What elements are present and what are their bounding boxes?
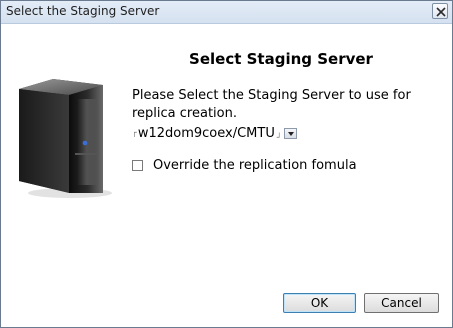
prompt-text: Please Select the Staging Server to use … bbox=[132, 88, 411, 121]
cancel-button[interactable]: Cancel bbox=[364, 293, 439, 313]
staging-server-select[interactable]: ┌ w12dom9coex/CMTU ┘ bbox=[132, 124, 297, 142]
override-formula-option[interactable]: Override the replication fomula bbox=[132, 158, 357, 173]
close-icon bbox=[436, 7, 446, 17]
dialog-heading: Select Staging Server bbox=[189, 50, 373, 68]
chevron-down-icon[interactable] bbox=[283, 127, 297, 139]
override-formula-label: Override the replication fomula bbox=[153, 158, 357, 173]
override-formula-checkbox[interactable] bbox=[132, 160, 143, 171]
ok-button[interactable]: OK bbox=[283, 293, 356, 313]
window-title: Select the Staging Server bbox=[6, 4, 160, 18]
corner-mark-icon: ┌ bbox=[132, 128, 137, 137]
dialog-window: Select the Staging Server Select Staging… bbox=[0, 0, 453, 328]
title-bar[interactable]: Select the Staging Server bbox=[1, 1, 452, 24]
corner-mark-icon: ┘ bbox=[276, 133, 282, 142]
close-button[interactable] bbox=[432, 3, 448, 19]
staging-server-value: w12dom9coex/CMTU bbox=[137, 125, 275, 141]
server-tower-icon bbox=[19, 79, 112, 198]
